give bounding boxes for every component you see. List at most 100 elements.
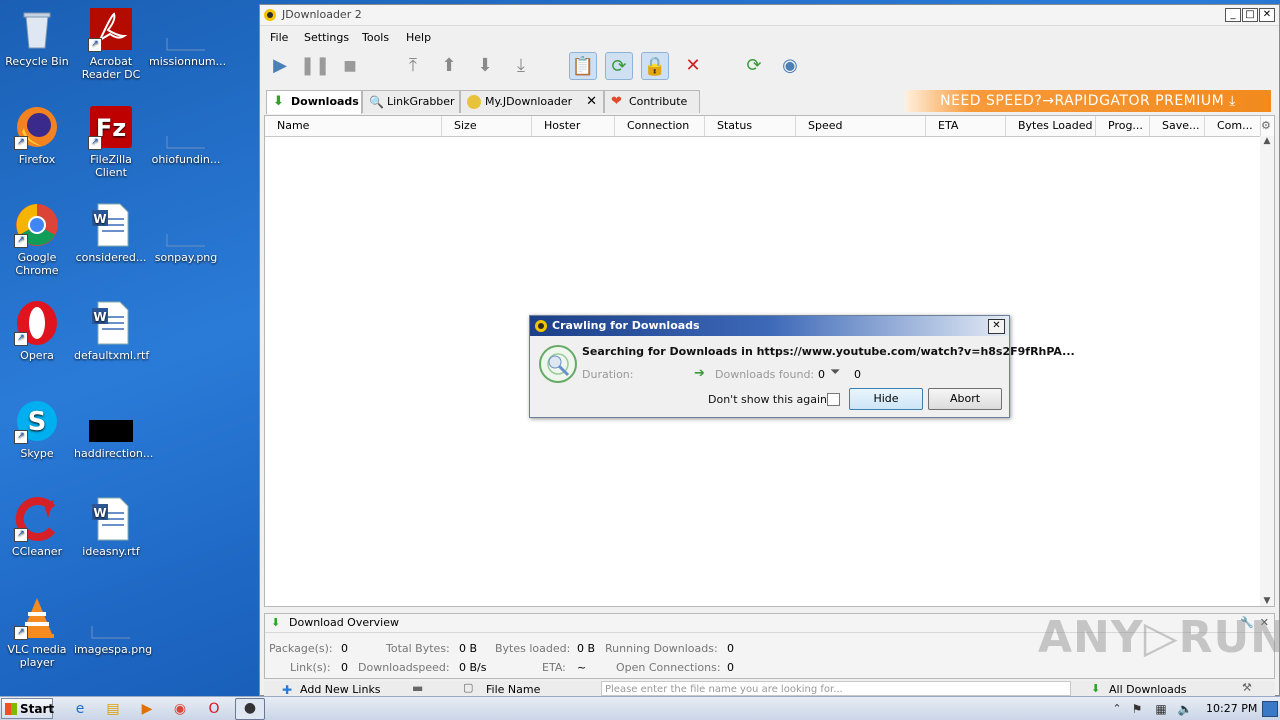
opera-icon[interactable]: O bbox=[205, 700, 223, 718]
acrobat-icon: ↗ bbox=[88, 6, 134, 52]
clock[interactable]: 10:27 PM bbox=[1206, 702, 1257, 715]
show-hidden-icons-icon[interactable]: ⌃ bbox=[1108, 700, 1126, 718]
desktop-icon-recycle-bin[interactable]: Recycle Bin bbox=[0, 6, 74, 68]
action-center-flag-icon[interactable]: ⚑ bbox=[1128, 700, 1146, 718]
tab-myjdownloader[interactable]: My.JDownloader ✕ bbox=[460, 90, 604, 113]
update-icon[interactable]: ⟳ bbox=[740, 52, 768, 80]
filezilla-icon: Fz ↗ bbox=[88, 104, 134, 150]
col-hoster[interactable]: Hoster bbox=[532, 116, 615, 136]
menu-help[interactable]: Help bbox=[406, 31, 431, 44]
all-downloads-dropdown[interactable]: All Downloads bbox=[1109, 683, 1187, 696]
start-downloads-icon[interactable]: ▶ bbox=[266, 52, 294, 80]
tab-contribute[interactable]: ❤ Contribute bbox=[604, 90, 700, 113]
tab-downloads[interactable]: ⬇ Downloads bbox=[266, 90, 362, 114]
dialog-title-bar[interactable]: Crawling for Downloads ✕ bbox=[530, 316, 1009, 336]
move-bottom-icon[interactable]: ⤓ bbox=[507, 52, 535, 80]
links-count: 0 bbox=[341, 661, 348, 674]
tab-close-icon[interactable]: ✕ bbox=[586, 91, 597, 113]
dialog-close-button[interactable]: ✕ bbox=[988, 319, 1005, 334]
volume-icon[interactable]: 🔈 bbox=[1176, 700, 1194, 718]
desktop-icon-considered[interactable]: W considered... bbox=[74, 202, 148, 264]
menu-tools[interactable]: Tools bbox=[362, 31, 389, 44]
media-player-icon[interactable]: ▶ bbox=[138, 700, 156, 718]
desktop-icon-defaultxml[interactable]: W defaultxml.rtf bbox=[74, 300, 149, 362]
hide-button[interactable]: Hide bbox=[849, 388, 923, 410]
silent-mode-icon[interactable]: ✕ bbox=[679, 52, 707, 80]
explorer-folder-icon[interactable]: ▤ bbox=[104, 700, 122, 718]
desktop-icon-acrobat[interactable]: ↗ Acrobat Reader DC bbox=[74, 6, 148, 81]
move-up-icon[interactable]: ⬆ bbox=[435, 52, 463, 80]
column-settings-icon[interactable]: ⚙ bbox=[1261, 119, 1271, 132]
start-button[interactable]: Start bbox=[1, 698, 54, 719]
svg-text:S: S bbox=[28, 407, 47, 437]
toolbar: ▶ ❚❚ ■ ⤒ ⬆ ⬇ ⤓ 📋 ⟳ 🔒 ✕ ⟳ ◉ bbox=[260, 48, 1279, 86]
title-bar[interactable]: JDownloader 2 _ □ ✕ bbox=[260, 5, 1279, 26]
menu-settings[interactable]: Settings bbox=[304, 31, 349, 44]
desktop-icon-firefox[interactable]: ↗ Firefox bbox=[0, 104, 74, 166]
desktop-icon-ccleaner[interactable]: ↗ CCleaner bbox=[0, 496, 74, 558]
col-comment[interactable]: Com... bbox=[1205, 116, 1261, 136]
network-icon[interactable]: ▦ bbox=[1152, 700, 1170, 718]
crawling-message: Searching for Downloads in https://www.y… bbox=[582, 345, 1075, 358]
windows-logo-icon bbox=[5, 703, 17, 715]
desktop-icon-sonpay[interactable]: sonpay.png bbox=[149, 202, 223, 264]
col-size[interactable]: Size bbox=[442, 116, 532, 136]
downloads-found-label: Downloads found: bbox=[715, 368, 815, 381]
tab-linkgrabber[interactable]: 🔍 LinkGrabber bbox=[362, 90, 460, 113]
col-status[interactable]: Status bbox=[705, 116, 796, 136]
settings-tools-icon[interactable]: ⚒ bbox=[1242, 681, 1252, 694]
menu-file[interactable]: File bbox=[270, 31, 288, 44]
col-bytes-loaded[interactable]: Bytes Loaded bbox=[1006, 116, 1096, 136]
search-input[interactable]: Please enter the file name you are looki… bbox=[601, 681, 1071, 696]
desktop-icon-skype[interactable]: S ↗ Skype bbox=[0, 398, 74, 460]
move-down-icon[interactable]: ⬇ bbox=[471, 52, 499, 80]
download-speed-value: 0 B/s bbox=[459, 661, 487, 674]
clipboard-observer-icon[interactable]: 📋 bbox=[569, 52, 597, 80]
dont-show-checkbox[interactable] bbox=[827, 393, 840, 406]
maximize-button[interactable]: □ bbox=[1242, 8, 1258, 22]
close-button[interactable]: ✕ bbox=[1259, 8, 1275, 22]
reconnect-icon[interactable]: ◉ bbox=[776, 52, 804, 80]
col-save[interactable]: Save... bbox=[1150, 116, 1205, 136]
ie-icon[interactable]: e bbox=[71, 700, 89, 718]
abort-button[interactable]: Abort bbox=[928, 388, 1002, 410]
running-downloads-value: 0 bbox=[727, 642, 734, 655]
col-connection[interactable]: Connection bbox=[615, 116, 705, 136]
eta-value: ~ bbox=[577, 661, 587, 674]
chrome-icon[interactable]: ◉ bbox=[171, 700, 189, 718]
skype-icon: S ↗ bbox=[14, 398, 60, 444]
tab-bar: ⬇ Downloads 🔍 LinkGrabber My.JDownloader… bbox=[260, 86, 1279, 114]
auto-reconnect-icon[interactable]: ⟳ bbox=[605, 52, 633, 80]
window-title: JDownloader 2 bbox=[282, 8, 362, 21]
col-name[interactable]: Name bbox=[265, 116, 442, 136]
desktop-icon-vlc[interactable]: ↗ VLC media player bbox=[0, 594, 74, 669]
jdownloader-taskbar-button[interactable]: ● bbox=[235, 698, 265, 720]
move-top-icon[interactable]: ⤒ bbox=[399, 52, 427, 80]
minimize-button[interactable]: _ bbox=[1225, 8, 1241, 22]
desktop-icon-ohiofundin[interactable]: ohiofundin... bbox=[149, 104, 223, 166]
vertical-scrollbar[interactable]: ▲ ▼ bbox=[1260, 136, 1274, 606]
show-desktop-icon[interactable] bbox=[1262, 701, 1278, 717]
stop-downloads-icon[interactable]: ■ bbox=[336, 52, 364, 80]
premium-toggle-icon[interactable]: 🔒 bbox=[641, 52, 669, 80]
file-name-dropdown[interactable]: File Name bbox=[486, 683, 540, 696]
pause-downloads-icon[interactable]: ❚❚ bbox=[300, 52, 330, 80]
vlc-icon: ↗ bbox=[14, 594, 60, 640]
desktop-icon-imagespa[interactable]: imagespa.png bbox=[74, 594, 152, 656]
rapidgator-banner[interactable]: NEED SPEED?→RAPIDGATOR PREMIUM ⤓ bbox=[905, 90, 1271, 112]
desktop-icon-haddirection[interactable]: haddirection... bbox=[74, 398, 153, 460]
desktop-icon-filezilla[interactable]: Fz ↗ FileZilla Client bbox=[74, 104, 148, 179]
desktop-icon-missionnum[interactable]: missionnum... bbox=[149, 6, 226, 68]
col-speed[interactable]: Speed bbox=[796, 116, 926, 136]
crawling-dialog: Crawling for Downloads ✕ Searching for D… bbox=[529, 315, 1075, 418]
desktop-icon-ideasny[interactable]: W ideasny.rtf bbox=[74, 496, 148, 558]
svg-text:W: W bbox=[93, 310, 106, 324]
col-progress[interactable]: Prog... bbox=[1096, 116, 1150, 136]
duration-label: Duration: bbox=[582, 368, 634, 381]
desktop-icon-opera[interactable]: ↗ Opera bbox=[0, 300, 74, 362]
trash-icon[interactable]: ▬ bbox=[412, 681, 423, 695]
add-new-links-button[interactable]: Add New Links bbox=[300, 683, 381, 696]
svg-text:W: W bbox=[93, 506, 106, 520]
col-eta[interactable]: ETA bbox=[926, 116, 1006, 136]
desktop-icon-chrome[interactable]: ↗ Google Chrome bbox=[0, 202, 74, 277]
